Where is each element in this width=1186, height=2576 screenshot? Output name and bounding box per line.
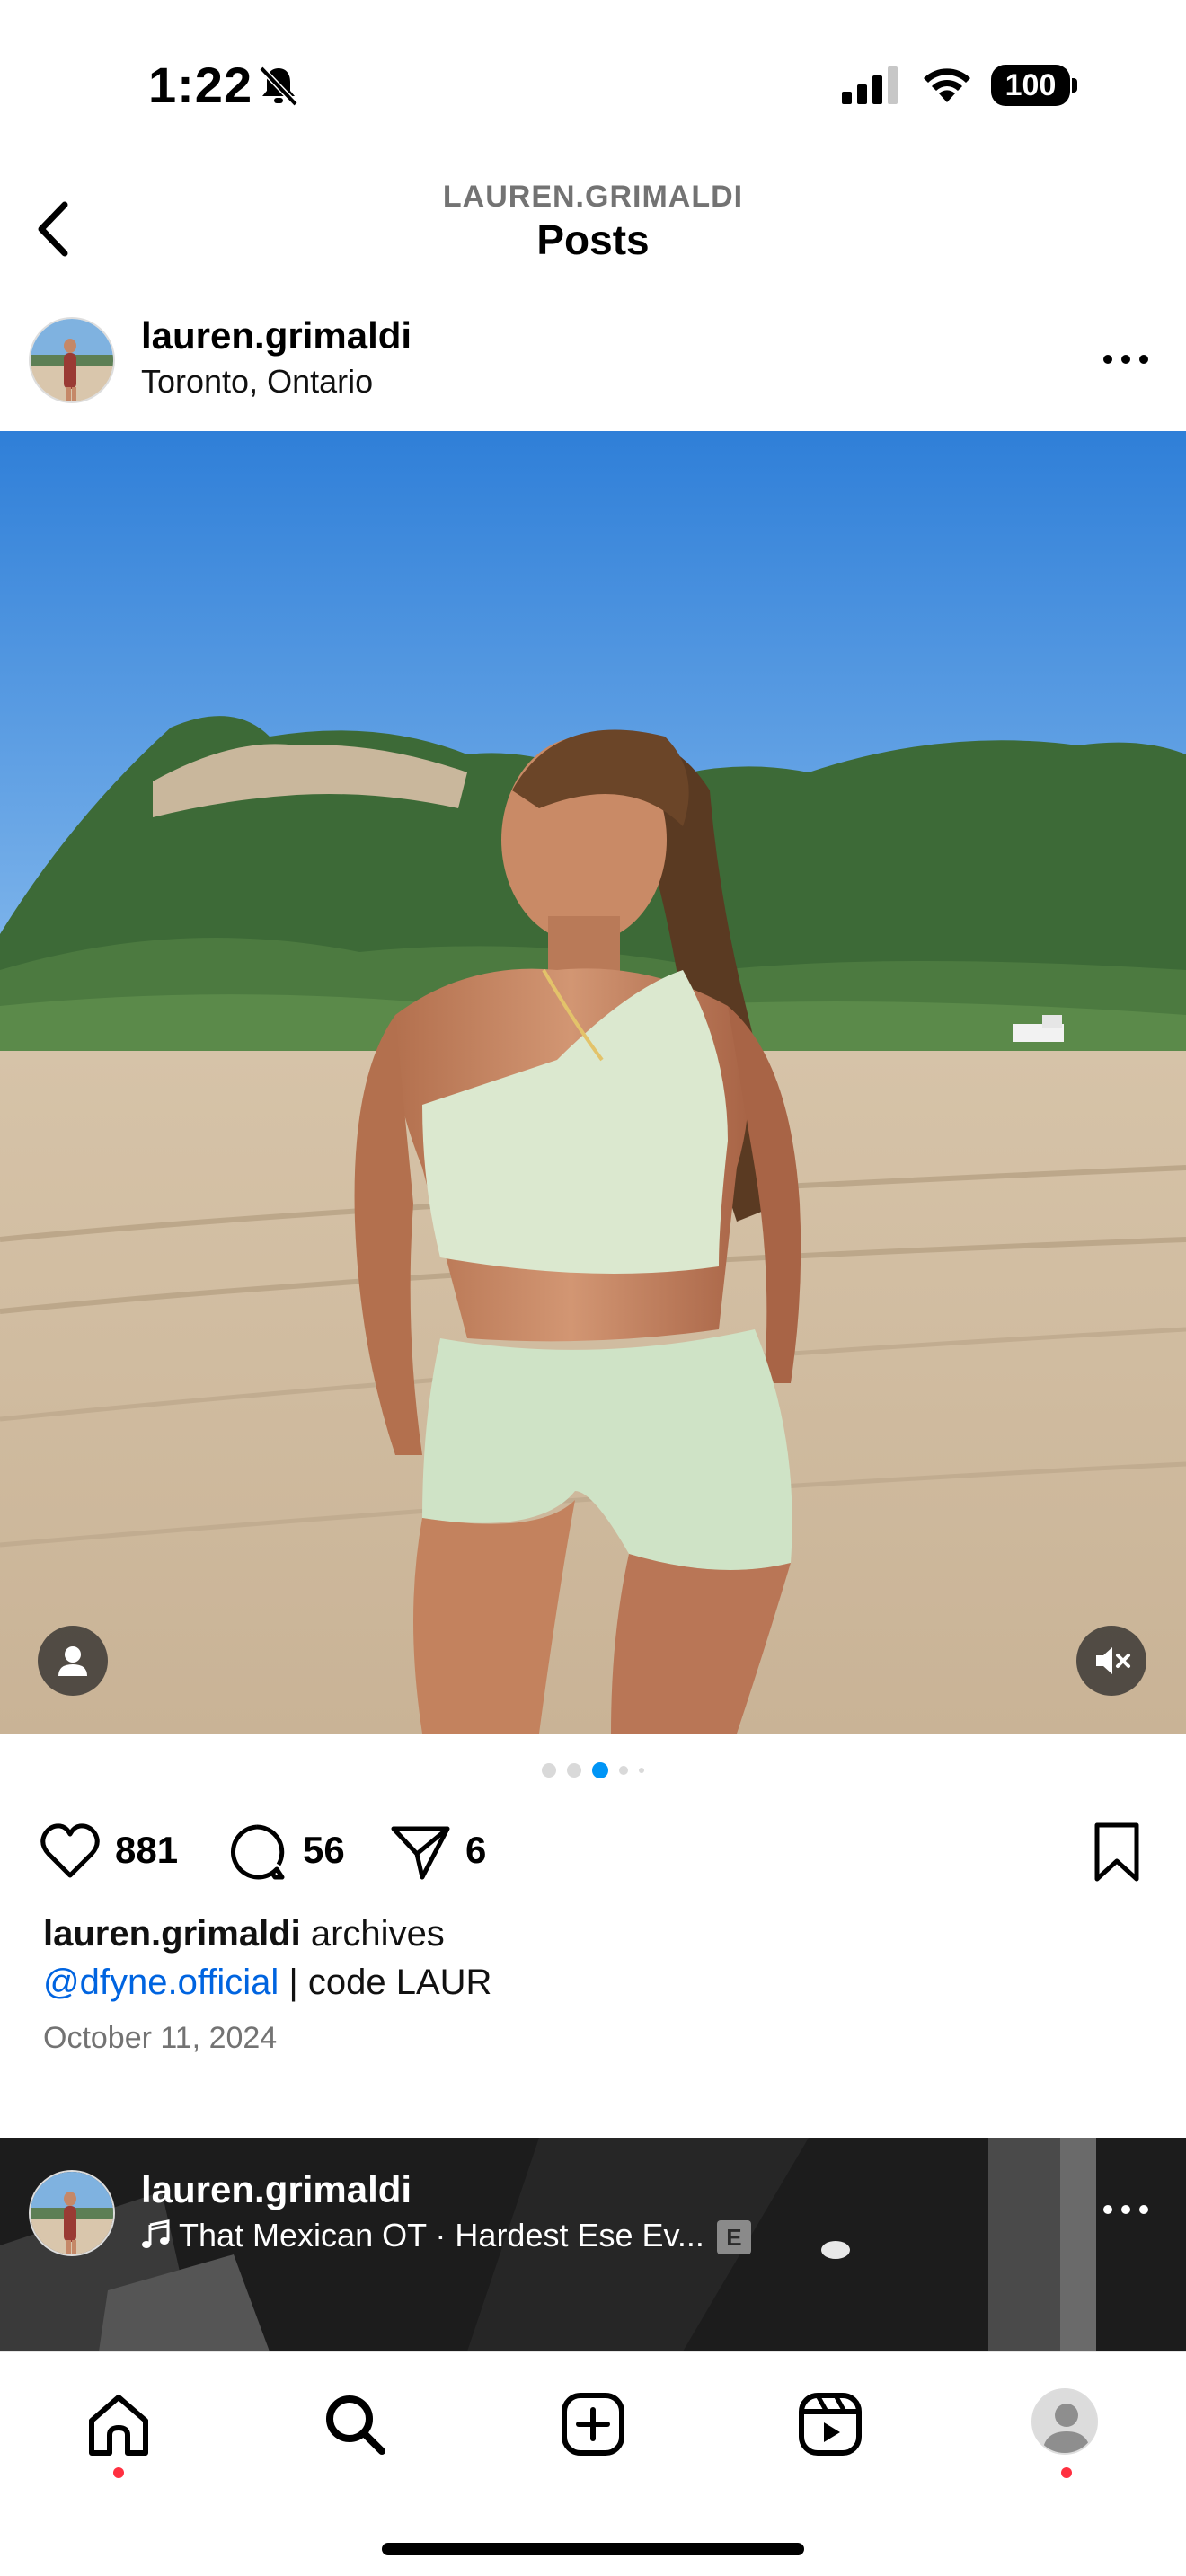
- person-tag-icon: [58, 1646, 87, 1676]
- caption-text: archives: [300, 1914, 445, 1954]
- carousel-dot: [639, 1768, 644, 1773]
- carousel-dot: [542, 1763, 556, 1778]
- search-icon[interactable]: [319, 2388, 391, 2460]
- home-indicator[interactable]: [382, 2543, 804, 2555]
- comment-count[interactable]: 56: [303, 1829, 345, 1872]
- plus-square-icon[interactable]: [557, 2388, 629, 2460]
- post-caption: lauren.grimaldi archives @dfyne.official…: [43, 1910, 1148, 2007]
- comment-icon[interactable]: [225, 1820, 289, 1884]
- post-date: October 11, 2024: [43, 2021, 278, 2055]
- carousel-dot: [619, 1766, 628, 1775]
- page-title: Posts: [536, 216, 650, 263]
- carousel-dot-active: [592, 1762, 608, 1778]
- mute-toggle-button[interactable]: [1076, 1626, 1146, 1696]
- music-attribution[interactable]: That Mexican OT · Hardest Ese Ev... E: [141, 2217, 751, 2255]
- battery-indicator: 100: [991, 65, 1077, 106]
- profile-notification-dot: [1061, 2467, 1072, 2478]
- speaker-muted-icon: [1096, 1647, 1130, 1674]
- post-actions: 881 56 6: [0, 1805, 1186, 1895]
- home-notification-dot: [113, 2467, 124, 2478]
- more-horizontal-icon[interactable]: [1101, 350, 1151, 368]
- heart-icon[interactable]: [38, 1820, 102, 1884]
- next-post-username[interactable]: lauren.grimaldi: [141, 2168, 412, 2211]
- reels-icon[interactable]: [794, 2388, 866, 2460]
- tagged-people-button[interactable]: [38, 1626, 108, 1696]
- nav-username: LAUREN.GRIMALDI: [442, 180, 744, 214]
- music-title: That Mexican OT · Hardest Ese Ev...: [179, 2217, 704, 2254]
- status-bar: 1:22 100: [0, 0, 1186, 171]
- like-count[interactable]: 881: [115, 1829, 178, 1872]
- bookmark-icon[interactable]: [1084, 1820, 1149, 1884]
- post-header: lauren.grimaldi Toronto, Ontario: [0, 287, 1186, 431]
- caption-mention-link[interactable]: @dfyne.official: [43, 1963, 279, 2002]
- nav-header: LAUREN.GRIMALDI Posts: [0, 171, 1186, 287]
- home-icon[interactable]: [83, 2388, 155, 2460]
- beach-photo-image: [0, 431, 1186, 1734]
- tab-bar: [0, 2351, 1186, 2576]
- status-time: 1:22: [148, 57, 253, 113]
- post-username[interactable]: lauren.grimaldi: [141, 314, 412, 357]
- caption-rest: | code LAUR: [279, 1963, 492, 2002]
- post-location[interactable]: Toronto, Ontario: [141, 363, 373, 401]
- more-horizontal-icon[interactable]: [1101, 2201, 1151, 2219]
- avatar[interactable]: [29, 2170, 115, 2256]
- music-note-icon: [142, 2219, 170, 2248]
- post-photo[interactable]: [0, 431, 1186, 1734]
- paper-plane-icon[interactable]: [388, 1820, 453, 1884]
- battery-level: 100: [991, 65, 1070, 106]
- carousel-dot: [567, 1763, 581, 1778]
- avatar[interactable]: [29, 317, 115, 403]
- caption-username[interactable]: lauren.grimaldi: [43, 1914, 301, 1954]
- profile-avatar-icon[interactable]: [1031, 2388, 1098, 2455]
- next-post[interactable]: lauren.grimaldi That Mexican OT · Hardes…: [0, 2138, 1186, 2351]
- wifi-icon: [924, 68, 970, 102]
- carousel-indicator: [0, 1762, 1186, 1786]
- explicit-badge: E: [716, 2220, 751, 2255]
- bell-muted-icon: [259, 66, 298, 107]
- share-count[interactable]: 6: [465, 1829, 486, 1872]
- cellular-signal-icon: [842, 66, 898, 104]
